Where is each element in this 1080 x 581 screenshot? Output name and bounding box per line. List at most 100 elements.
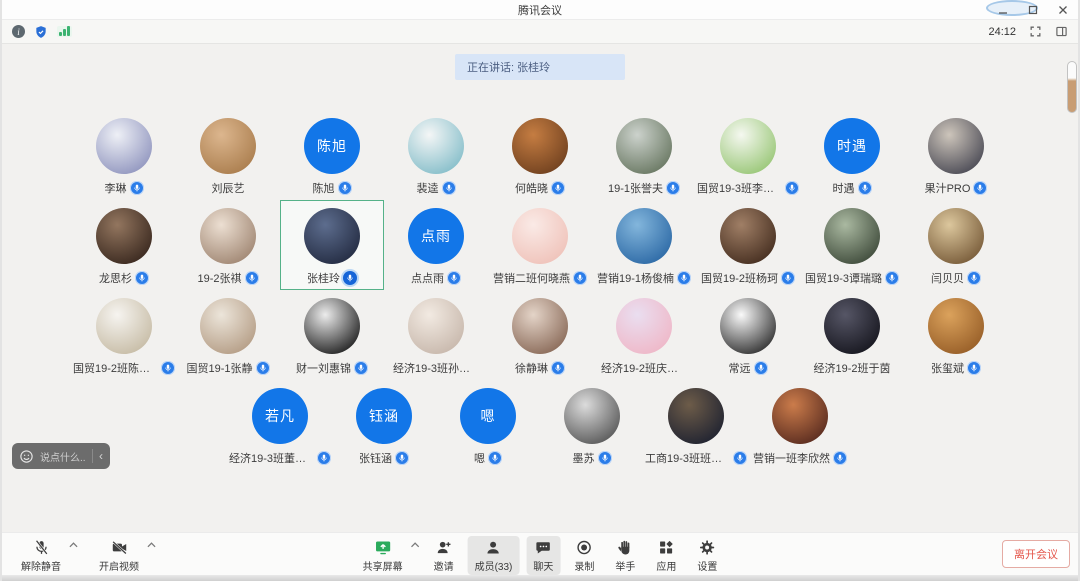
participant-name: 国贸19-3班李卓杰 bbox=[697, 180, 782, 196]
participant-name: 营销19-1杨俊楠 bbox=[597, 270, 674, 286]
participant-avatar bbox=[200, 298, 256, 354]
hand-icon bbox=[617, 539, 634, 556]
participant-name: 常远 bbox=[729, 360, 751, 376]
participant-avatar bbox=[772, 388, 828, 444]
participant-tile[interactable]: 19-1张誉夫 bbox=[592, 110, 696, 200]
leave-meeting-button[interactable]: 离开会议 bbox=[1002, 540, 1070, 568]
network-signal-icon[interactable] bbox=[57, 26, 72, 37]
participant-tile[interactable]: 国贸19-3谭瑞璐 bbox=[800, 200, 904, 290]
settings-icon bbox=[699, 539, 716, 556]
participant-tile[interactable]: 闫贝贝 bbox=[904, 200, 1008, 290]
participant-tile[interactable]: 国贸19-2班杨珂 bbox=[696, 200, 800, 290]
participant-name: 国贸19-1张静 bbox=[186, 360, 252, 376]
window-controls bbox=[996, 0, 1070, 20]
mic-status-icon bbox=[442, 181, 456, 195]
participant-avatar: 嗯 bbox=[460, 388, 516, 444]
participant-name: 张钰涵 bbox=[359, 450, 392, 466]
participant-tile[interactable]: 何皓晓 bbox=[488, 110, 592, 200]
maximize-icon[interactable] bbox=[1026, 3, 1040, 17]
participant-tile[interactable]: 19-2张祺 bbox=[176, 200, 280, 290]
participant-tile[interactable]: 刘辰艺 bbox=[176, 110, 280, 200]
participant-avatar bbox=[512, 118, 568, 174]
layout-panel-icon[interactable] bbox=[1055, 25, 1068, 38]
mic-status-icon bbox=[488, 451, 502, 465]
mic-status-icon bbox=[551, 181, 565, 195]
fullscreen-icon[interactable] bbox=[1029, 25, 1042, 38]
participant-tile[interactable]: 张玺斌 bbox=[904, 290, 1008, 380]
participant-name: 点点雨 bbox=[411, 270, 444, 286]
toolbar-button-video-off[interactable]: 开启视频 bbox=[92, 536, 146, 575]
collapse-chevron-icon[interactable]: ‹ bbox=[99, 450, 103, 462]
mic-status-icon bbox=[245, 271, 259, 285]
participant-tile[interactable]: 常远 bbox=[696, 290, 800, 380]
participant-avatar: 若凡 bbox=[252, 388, 308, 444]
emoji-icon[interactable] bbox=[19, 449, 34, 464]
participant-avatar bbox=[668, 388, 724, 444]
participant-tile[interactable]: 营销二班何晓燕 bbox=[488, 200, 592, 290]
participant-tile[interactable]: 经济19-2班于茵 bbox=[800, 290, 904, 380]
participant-avatar bbox=[928, 298, 984, 354]
participant-avatar: 时遇 bbox=[824, 118, 880, 174]
chevron-up-icon[interactable] bbox=[69, 542, 78, 548]
mic-status-icon bbox=[354, 361, 368, 375]
participant-tile[interactable]: 钰涵张钰涵 bbox=[332, 380, 436, 466]
participant-name: 国贸19-2班杨珂 bbox=[701, 270, 778, 286]
participant-tile[interactable]: 若凡经济19-3班董若凡 bbox=[228, 380, 332, 466]
toolbar-button-members[interactable]: 成员(33) bbox=[468, 536, 520, 575]
participant-tile[interactable]: 营销19-1杨俊楠 bbox=[592, 200, 696, 290]
participant-tile[interactable]: 国贸19-3班李卓杰 bbox=[696, 110, 800, 200]
toolbar-button-apps[interactable]: 应用 bbox=[649, 536, 683, 575]
mic-status-icon bbox=[781, 271, 795, 285]
participant-tile[interactable]: 裴逵 bbox=[384, 110, 488, 200]
minimize-icon[interactable] bbox=[996, 3, 1010, 17]
mic-status-icon bbox=[130, 181, 144, 195]
toolbar-button-record[interactable]: 录制 bbox=[567, 536, 601, 575]
toolbar-button-hand[interactable]: 举手 bbox=[608, 536, 642, 575]
window-bottom-edge bbox=[2, 575, 1078, 581]
participant-name: 经济19-2班庆安琦 bbox=[601, 360, 687, 376]
toolbar-button-label: 开启视频 bbox=[99, 558, 139, 573]
close-icon[interactable] bbox=[1056, 3, 1070, 17]
participant-grid-row: 若凡经济19-3班董若凡钰涵张钰涵嗯嗯墨苏工商19-3班班长...营销一班李欣然 bbox=[2, 380, 1078, 466]
participant-tile[interactable]: 时遇时遇 bbox=[800, 110, 904, 200]
participant-tile[interactable]: 营销一班李欣然 bbox=[748, 380, 852, 466]
video-off-icon bbox=[111, 539, 128, 556]
participant-name: 营销一班李欣然 bbox=[753, 450, 830, 466]
participant-grid: 李琳刘辰艺陈旭陈旭裴逵何皓晓19-1张誉夫国贸19-3班李卓杰 时遇时遇果汁PRO… bbox=[2, 110, 1078, 466]
participant-tile[interactable]: 李琳 bbox=[72, 110, 176, 200]
bottom-toolbar: 解除静音 开启视频 共享屏幕邀请成员(33)聊天录制举手应用设置 离开会议 bbox=[2, 532, 1078, 575]
chat-input-placeholder[interactable]: 说点什么... bbox=[40, 449, 86, 464]
participant-tile[interactable]: 墨苏 bbox=[540, 380, 644, 466]
toolbar-button-mic-off[interactable]: 解除静音 bbox=[14, 536, 68, 575]
participant-tile[interactable]: 点雨点点雨 bbox=[384, 200, 488, 290]
participant-tile[interactable]: 龙思杉 bbox=[72, 200, 176, 290]
security-shield-icon[interactable] bbox=[34, 25, 48, 39]
participant-tile[interactable]: 经济19-3班孙方云 bbox=[384, 290, 488, 380]
scrollbar-thumb[interactable] bbox=[1067, 61, 1077, 113]
meeting-info-icon[interactable]: i bbox=[12, 25, 25, 38]
participant-tile[interactable]: 果汁PRO bbox=[904, 110, 1008, 200]
toolbar-button-label: 解除静音 bbox=[21, 558, 61, 573]
participant-tile[interactable]: 国贸19-2班陈雪华 bbox=[72, 290, 176, 380]
participant-avatar bbox=[616, 208, 672, 264]
participant-tile[interactable]: 陈旭陈旭 bbox=[280, 110, 384, 200]
chevron-up-icon[interactable] bbox=[411, 542, 420, 548]
toolbar-button-invite[interactable]: 邀请 bbox=[427, 536, 461, 575]
toolbar-button-share-screen[interactable]: 共享屏幕 bbox=[356, 536, 410, 575]
participant-tile[interactable]: 经济19-2班庆安琦 bbox=[592, 290, 696, 380]
participant-tile[interactable]: 工商19-3班班长... bbox=[644, 380, 748, 466]
participant-name: 闫贝贝 bbox=[931, 270, 964, 286]
participant-tile[interactable]: 嗯嗯 bbox=[436, 380, 540, 466]
participant-tile[interactable]: 财一刘惠锦 bbox=[280, 290, 384, 380]
quick-chat-bar[interactable]: 说点什么... ‹ bbox=[12, 443, 110, 469]
divider bbox=[92, 449, 93, 463]
gallery-view: 正在讲话: 张桂玲 李琳刘辰艺陈旭陈旭裴逵何皓晓19-1张誉夫国贸19-3班李卓… bbox=[2, 44, 1078, 555]
toolbar-button-chat[interactable]: 聊天 bbox=[526, 536, 560, 575]
chevron-up-icon[interactable] bbox=[147, 542, 156, 548]
participant-tile[interactable]: 徐静琳 bbox=[488, 290, 592, 380]
toolbar-button-settings[interactable]: 设置 bbox=[690, 536, 724, 575]
participant-tile[interactable]: 国贸19-1张静 bbox=[176, 290, 280, 380]
participant-tile-speaking[interactable]: 张桂玲 bbox=[280, 200, 384, 290]
participant-name: 嗯 bbox=[474, 450, 485, 466]
participant-name: 营销二班何晓燕 bbox=[493, 270, 570, 286]
